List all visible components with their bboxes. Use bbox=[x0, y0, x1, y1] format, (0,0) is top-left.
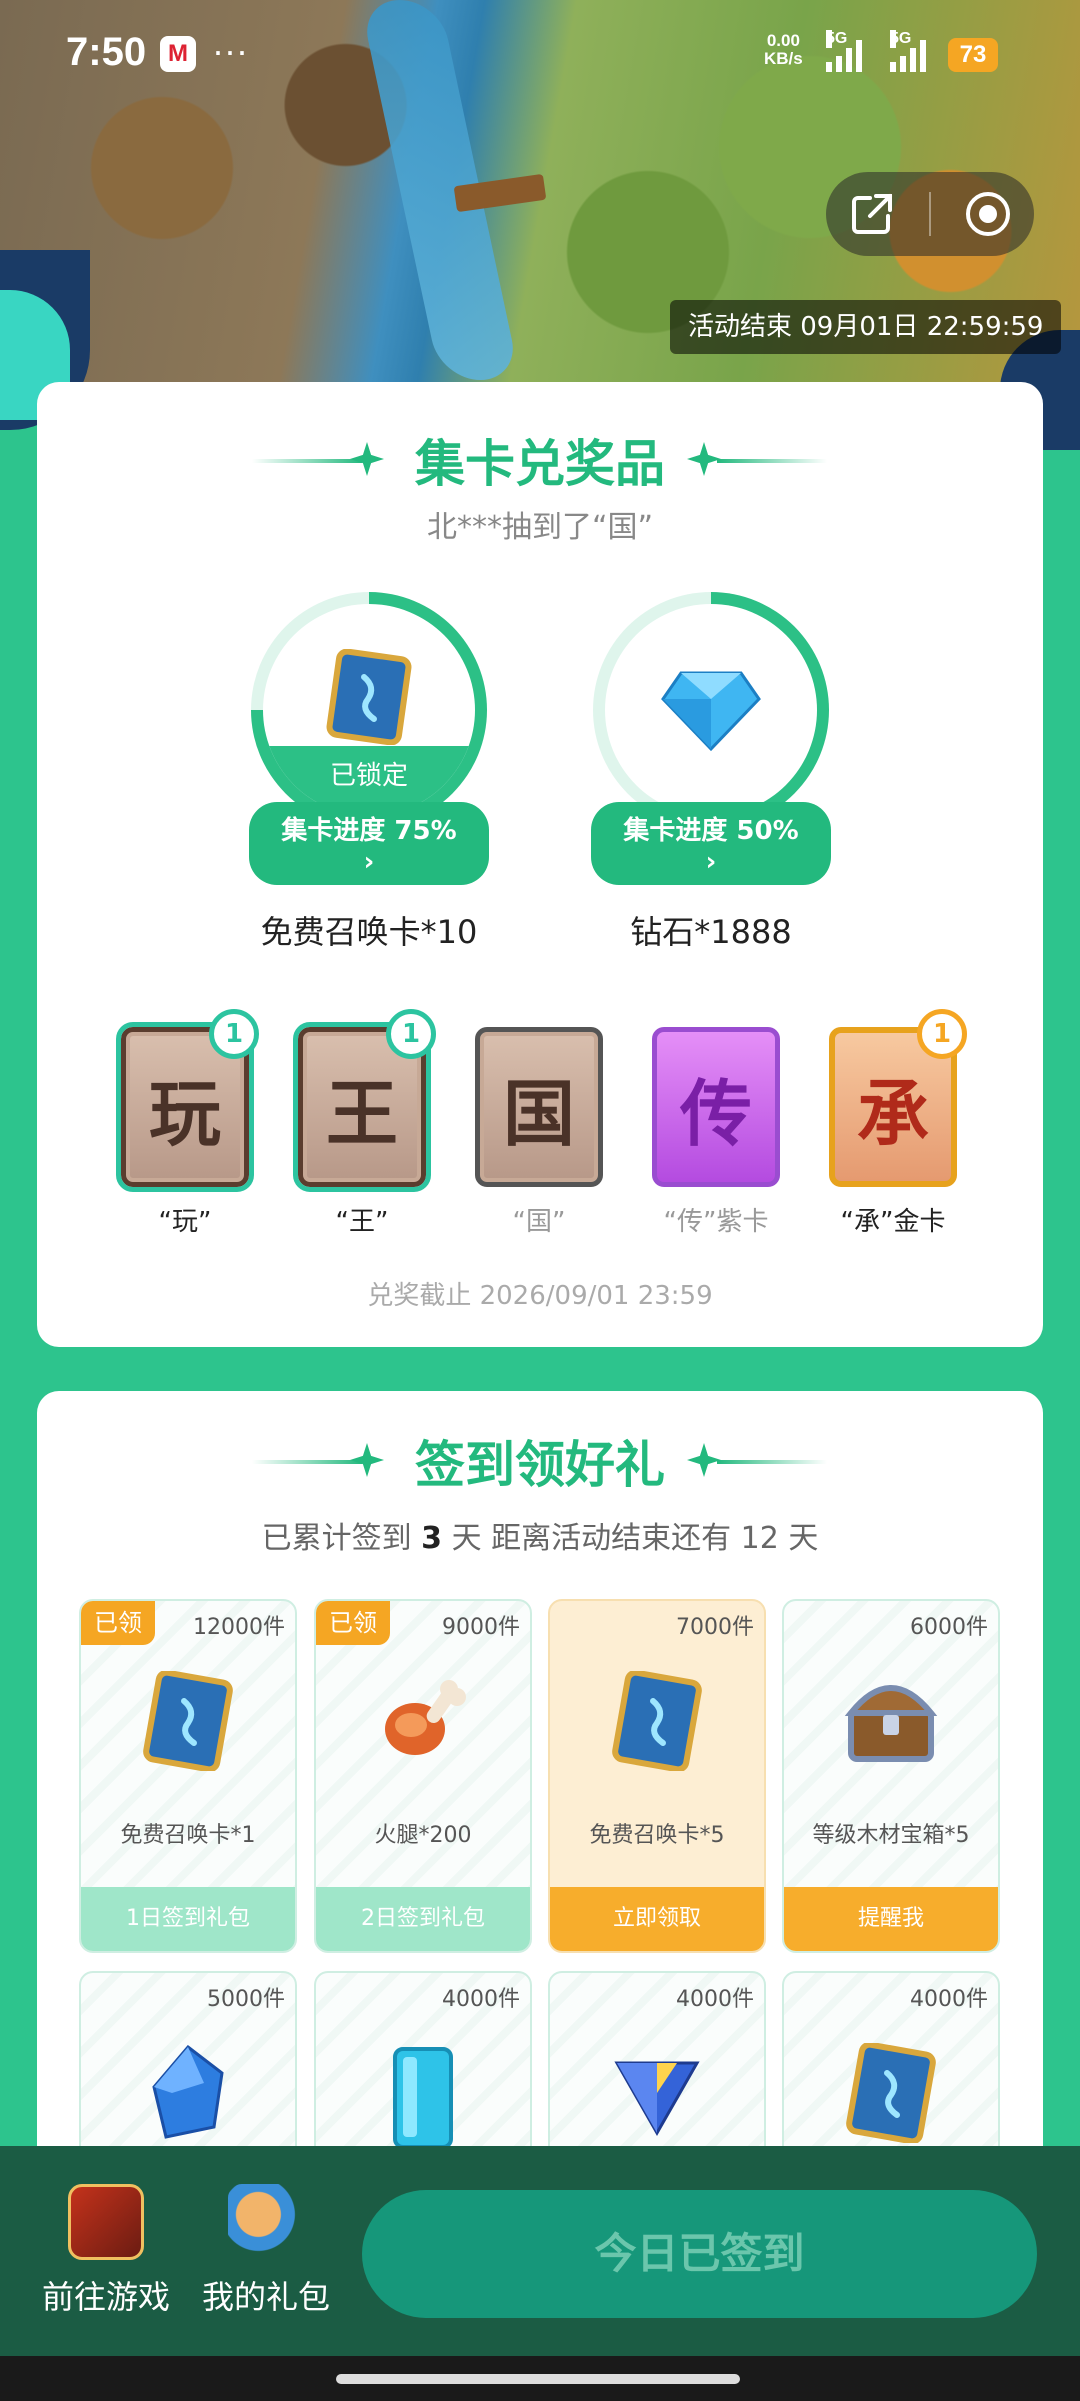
section-title: 签到领好礼 bbox=[415, 1436, 665, 1494]
gift-stock: 9000件 bbox=[442, 1615, 520, 1640]
capsule-divider bbox=[929, 192, 931, 236]
char-card-wang[interactable]: 王 1 “王” bbox=[292, 1009, 436, 1238]
summon-card-icon bbox=[140, 1669, 236, 1775]
char-card-cheng[interactable]: 承 1 “承”金卡 bbox=[823, 1009, 967, 1238]
treasure-chest-icon bbox=[841, 1671, 941, 1771]
gift-stock: 7000件 bbox=[676, 1615, 754, 1640]
collect-progress-button[interactable]: 集卡进度 75% › bbox=[249, 802, 489, 885]
status-bar: 7:50 M ··· 0.00 KB/s 5G 5G 73 bbox=[0, 0, 1080, 110]
remind-me-button[interactable]: 提醒我 bbox=[784, 1887, 998, 1951]
share-icon[interactable] bbox=[837, 179, 907, 249]
chevron-right-icon: › bbox=[363, 847, 375, 877]
ice-block-icon bbox=[383, 2043, 463, 2157]
gift-name: 免费召唤卡*1 bbox=[120, 1823, 256, 1848]
chevron-right-icon: › bbox=[705, 847, 717, 877]
progress-ring: 已锁定 bbox=[251, 592, 487, 828]
gift-card: 已领 12000件 免费召唤卡*1 1日签到礼包 bbox=[79, 1599, 297, 1953]
card-count-badge: 1 bbox=[917, 1009, 967, 1059]
claimed-badge: 已领 bbox=[81, 1601, 155, 1645]
hero-banner: 7:50 M ··· 0.00 KB/s 5G 5G 73 活动结束 09月01… bbox=[0, 0, 1080, 450]
card-count-badge: 1 bbox=[386, 1009, 436, 1059]
gift-stock: 4000件 bbox=[442, 1987, 520, 2012]
prize-item: 已锁定 集卡进度 75% › 免费召唤卡*10 bbox=[249, 592, 489, 953]
section-title: 集卡兑奖品 bbox=[415, 435, 665, 493]
signal-icon: 5G bbox=[890, 30, 926, 72]
more-notifications-icon: ··· bbox=[212, 30, 248, 71]
day1-gift-button[interactable]: 1日签到礼包 bbox=[81, 1887, 295, 1951]
status-time: 7:50 bbox=[66, 30, 147, 74]
summon-card-icon bbox=[843, 2041, 939, 2147]
progress-ring bbox=[593, 592, 829, 828]
system-nav-bar bbox=[0, 2356, 1080, 2401]
gift-stock: 12000件 bbox=[193, 1615, 285, 1640]
my-gifts-button[interactable]: 我的礼包 bbox=[196, 2184, 336, 2318]
gift-stock: 4000件 bbox=[910, 1987, 988, 2012]
gift-card: 已领 9000件 火腿*200 2日签到礼包 bbox=[314, 1599, 532, 1953]
close-miniapp-icon[interactable] bbox=[953, 179, 1023, 249]
redeem-deadline: 兑奖截止 2026/09/01 23:59 bbox=[367, 1281, 713, 1311]
home-indicator[interactable] bbox=[336, 2374, 740, 2384]
signed-today-button[interactable]: 今日已签到 bbox=[362, 2190, 1037, 2318]
section-header: 集卡兑奖品 bbox=[37, 424, 1043, 494]
prize-name: 免费召唤卡*10 bbox=[260, 913, 478, 951]
gift-name: 等级木材宝箱*5 bbox=[812, 1823, 970, 1848]
day2-gift-button[interactable]: 2日签到礼包 bbox=[316, 1887, 530, 1951]
collect-progress-button[interactable]: 集卡进度 50% › bbox=[591, 802, 831, 885]
miniapp-capsule bbox=[826, 172, 1034, 256]
char-card-chuan[interactable]: 传 “传”紫卡 bbox=[646, 1027, 786, 1238]
gift-stock: 5000件 bbox=[207, 1987, 285, 2012]
carrier-icon: M bbox=[160, 36, 196, 72]
title-line bbox=[717, 1460, 827, 1464]
gift-name: 火腿*200 bbox=[374, 1823, 472, 1848]
network-speed: 0.00 KB/s bbox=[764, 31, 803, 68]
gift-stock: 6000件 bbox=[910, 1615, 988, 1640]
gift-card: 6000件 等级木材宝箱*5 提醒我 bbox=[782, 1599, 1000, 1953]
gift-name: 免费召唤卡*5 bbox=[589, 1823, 725, 1848]
gem-shield-icon bbox=[609, 2043, 705, 2143]
go-to-game-button[interactable]: 前往游戏 bbox=[36, 2184, 176, 2318]
char-card-guo[interactable]: 国 “国” bbox=[469, 1027, 609, 1238]
prize-name: 钻石*1888 bbox=[630, 913, 792, 951]
summon-card-icon bbox=[609, 1669, 705, 1775]
gift-stock: 4000件 bbox=[676, 1987, 754, 2012]
draw-ticker: 北***抽到了“国” bbox=[426, 510, 654, 545]
section-header: 签到领好礼 bbox=[37, 1425, 1043, 1495]
card-collect-panel: 集卡兑奖品 北***抽到了“国” 已锁定 集卡进度 75% › 免费召唤卡*10 bbox=[37, 382, 1043, 1347]
bottom-action-bar: 前往游戏 我的礼包 今日已签到 bbox=[0, 2146, 1080, 2356]
signal-icon: 5G bbox=[826, 30, 862, 72]
gift-bag-icon bbox=[228, 2184, 304, 2260]
claimed-badge: 已领 bbox=[316, 1601, 390, 1645]
prize-item: 集卡进度 50% › 钻石*1888 bbox=[591, 592, 831, 953]
gift-card: 7000件 免费召唤卡*5 立即领取 bbox=[548, 1599, 766, 1953]
char-card-wan[interactable]: 玩 1 “玩” bbox=[115, 1009, 259, 1238]
event-end-label: 活动结束 09月01日 22:59:59 bbox=[670, 300, 1062, 354]
game-icon bbox=[68, 2184, 144, 2260]
title-line bbox=[717, 459, 827, 463]
checkin-summary: 已累计签到 3 天 距离活动结束还有 12 天 bbox=[261, 1521, 819, 1556]
card-count-badge: 1 bbox=[209, 1009, 259, 1059]
claim-now-button[interactable]: 立即领取 bbox=[550, 1887, 764, 1951]
battery-icon: 73 bbox=[948, 38, 998, 72]
summon-card-icon bbox=[324, 648, 414, 749]
diamond-icon bbox=[661, 663, 761, 757]
blue-crystal-icon bbox=[148, 2043, 228, 2147]
ham-icon bbox=[375, 1671, 471, 1775]
